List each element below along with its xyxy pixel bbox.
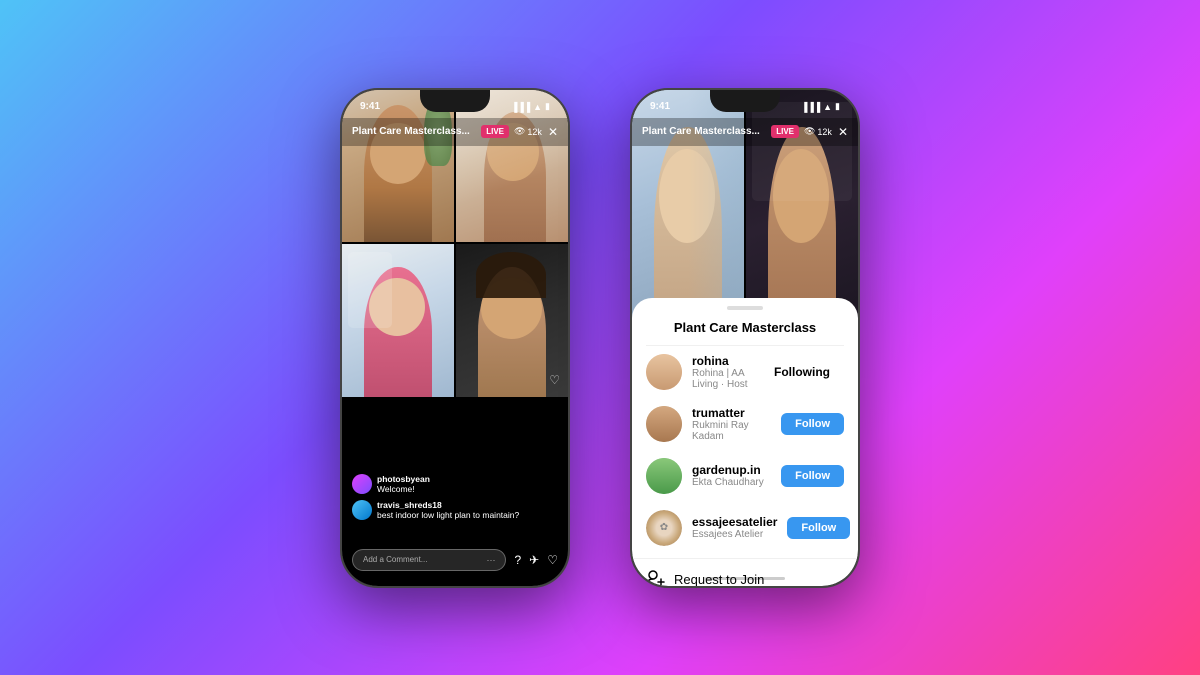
like-icon[interactable]: ♡ bbox=[547, 553, 558, 567]
participant-info-gardenup: gardenup.in Ekta Chaudhary bbox=[692, 463, 771, 488]
participant-avatar-gardenup bbox=[646, 458, 682, 494]
follow-button-gardenup[interactable]: Follow bbox=[781, 465, 844, 487]
close-button-2[interactable]: ✕ bbox=[838, 125, 848, 139]
comment-input[interactable]: Add a Comment... ··· bbox=[352, 549, 506, 571]
sheet-handle bbox=[727, 306, 763, 310]
status-icons-1: ▐▐▐ ▲ ▮ bbox=[511, 101, 550, 112]
comment-text-2: travis_shreds18 best indoor low light pl… bbox=[377, 500, 519, 520]
follow-button-essajees[interactable]: Follow bbox=[787, 517, 850, 539]
close-button-1[interactable]: ✕ bbox=[548, 125, 558, 139]
participant-subtitle-trumatter: Rukmini Ray Kadam bbox=[692, 420, 771, 442]
comment-item-1: photosbyean Welcome! bbox=[352, 474, 558, 494]
video-cell-4: ♡ bbox=[456, 244, 568, 397]
bottom-action-icons: ? ✈ ♡ bbox=[514, 553, 558, 567]
participant-username-essajees: essajeesatelier bbox=[692, 515, 777, 529]
video-cell-3 bbox=[342, 244, 454, 397]
live-badge-1: LIVE bbox=[481, 125, 509, 138]
phone-1-screen: ♡ 9:41 ▐▐▐ ▲ ▮ Plant Care Masterclass...… bbox=[342, 90, 568, 586]
signal-icon: ▐▐▐ bbox=[511, 102, 530, 112]
battery-icon: ▮ bbox=[545, 101, 550, 112]
viewer-count-2: 👁 12k bbox=[804, 126, 832, 137]
bottom-bar-1: Add a Comment... ··· ? ✈ ♡ bbox=[342, 549, 568, 571]
comment-text-1: photosbyean Welcome! bbox=[377, 474, 430, 494]
comment-placeholder: Add a Comment... bbox=[363, 555, 427, 564]
participant-info-essajees: essajeesatelier Essajees Atelier bbox=[692, 515, 777, 540]
stream-title-1: Plant Care Masterclass... bbox=[352, 126, 481, 137]
heart-icon: ♡ bbox=[549, 373, 560, 387]
top-bar-2: Plant Care Masterclass... LIVE 👁 12k ✕ bbox=[632, 118, 858, 146]
participant-subtitle-gardenup: Ekta Chaudhary bbox=[692, 477, 771, 488]
participant-avatar-trumatter bbox=[646, 406, 682, 442]
participant-avatar-rohina bbox=[646, 354, 682, 390]
status-time-2: 9:41 bbox=[650, 101, 670, 112]
participant-username-trumatter: trumatter bbox=[692, 406, 771, 420]
participant-avatar-essajees: ✿ bbox=[646, 510, 682, 546]
request-join-row[interactable]: Request to Join bbox=[632, 558, 858, 586]
following-button-rohina[interactable]: Following bbox=[760, 360, 844, 384]
status-time-1: 9:41 bbox=[360, 101, 380, 112]
request-join-icon bbox=[646, 569, 666, 586]
participant-username-gardenup: gardenup.in bbox=[692, 463, 771, 477]
comment-avatar-1 bbox=[352, 474, 372, 494]
eye-icon-2: 👁 bbox=[804, 126, 815, 137]
bottom-sheet: Plant Care Masterclass rohina Rohina | A… bbox=[632, 298, 858, 586]
stream-title-2: Plant Care Masterclass... bbox=[642, 126, 771, 137]
participant-item-trumatter: trumatter Rukmini Ray Kadam Follow bbox=[632, 398, 858, 450]
wifi-icon: ▲ bbox=[533, 102, 542, 112]
comments-section: photosbyean Welcome! travis_shreds18 bes… bbox=[342, 466, 568, 526]
participant-info-rohina: rohina Rohina | AA Living · Host bbox=[692, 354, 750, 390]
follow-button-trumatter[interactable]: Follow bbox=[781, 413, 844, 435]
participant-item-rohina: rohina Rohina | AA Living · Host Followi… bbox=[632, 346, 858, 398]
battery-icon-2: ▮ bbox=[835, 101, 840, 112]
live-badge-2: LIVE bbox=[771, 125, 799, 138]
status-bar-2: 9:41 ▐▐▐ ▲ ▮ bbox=[632, 90, 858, 118]
viewer-count-1: 👁 12k bbox=[514, 126, 542, 137]
participant-list: rohina Rohina | AA Living · Host Followi… bbox=[632, 346, 858, 554]
phone-1: ♡ 9:41 ▐▐▐ ▲ ▮ Plant Care Masterclass...… bbox=[340, 88, 570, 588]
comment-item-2: travis_shreds18 best indoor low light pl… bbox=[352, 500, 558, 520]
eye-icon: 👁 bbox=[514, 126, 525, 137]
wifi-icon-2: ▲ bbox=[823, 102, 832, 112]
home-indicator-1 bbox=[415, 577, 495, 580]
participant-info-trumatter: trumatter Rukmini Ray Kadam bbox=[692, 406, 771, 442]
participant-item-gardenup: gardenup.in Ekta Chaudhary Follow bbox=[632, 450, 858, 502]
home-indicator-2 bbox=[705, 577, 785, 580]
phone-2-screen: 9:41 ▐▐▐ ▲ ▮ Plant Care Masterclass... L… bbox=[632, 90, 858, 586]
participant-subtitle-rohina: Rohina | AA Living · Host bbox=[692, 368, 750, 390]
status-bar-1: 9:41 ▐▐▐ ▲ ▮ bbox=[342, 90, 568, 118]
participant-subtitle-essajees: Essajees Atelier bbox=[692, 529, 777, 540]
signal-icon-2: ▐▐▐ bbox=[801, 102, 820, 112]
phone-2: 9:41 ▐▐▐ ▲ ▮ Plant Care Masterclass... L… bbox=[630, 88, 860, 588]
participant-username-rohina: rohina bbox=[692, 354, 750, 368]
participant-item-essajees: ✿ essajeesatelier Essajees Atelier Follo… bbox=[632, 502, 858, 554]
comment-avatar-2 bbox=[352, 500, 372, 520]
sheet-title: Plant Care Masterclass bbox=[646, 316, 844, 346]
more-options-icon[interactable]: ··· bbox=[486, 555, 495, 565]
status-icons-2: ▐▐▐ ▲ ▮ bbox=[801, 101, 840, 112]
question-icon[interactable]: ? bbox=[514, 553, 521, 567]
send-icon[interactable]: ✈ bbox=[529, 553, 539, 567]
top-bar-1: Plant Care Masterclass... LIVE 👁 12k ✕ bbox=[342, 118, 568, 146]
